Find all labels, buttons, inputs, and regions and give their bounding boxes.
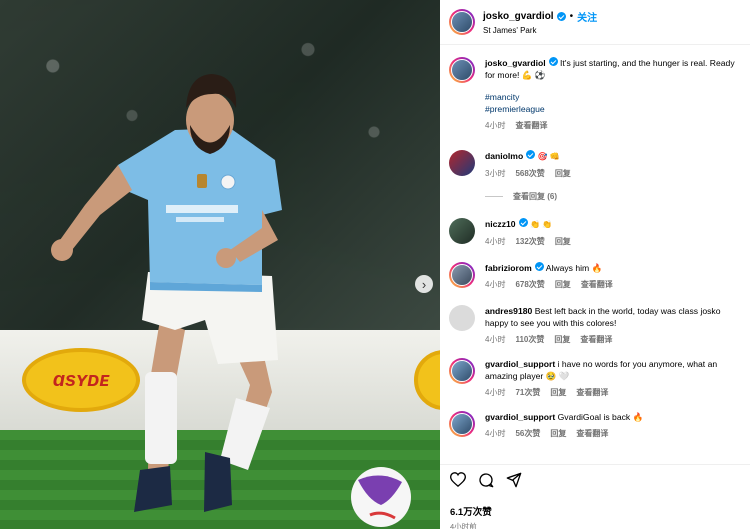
translate-link[interactable]: 查看翻译 [581,279,613,291]
hashtag-link[interactable]: #premierleague [485,103,741,115]
verified-badge-icon [556,12,566,21]
reply-button[interactable]: 回复 [555,279,571,291]
comment-likes[interactable]: 132次赞 [515,236,544,248]
caption-username[interactable]: josko_gvardiol [485,58,546,68]
post-viewer: ɑsʏᴅᴇ › josko_gvardiol • 关注 St James' Pa… [0,0,750,529]
post-header: josko_gvardiol • 关注 St James' Park [440,0,750,45]
comment-avatar[interactable] [449,150,475,176]
comment-item: fabriziorom Always him 🔥 4小时 678次赞 回复 查看… [440,256,750,291]
comment-username[interactable]: gvardiol_support [485,359,555,369]
comment-avatar[interactable] [449,218,475,244]
player-figure [51,74,411,527]
comment-time: 4小时 [485,429,506,438]
translate-link[interactable]: 查看翻译 [576,387,608,399]
post-location[interactable]: St James' Park [483,26,597,35]
post-time: 4小时前 [450,522,477,529]
reply-button[interactable]: 回复 [555,168,571,180]
caption-avatar[interactable] [449,57,475,83]
comment-item: gvardiol_support i have no words for you… [440,352,750,399]
hashtag-link[interactable]: #mancity [485,91,741,103]
reply-button[interactable]: 回复 [550,387,566,399]
comment-likes[interactable]: 71次赞 [515,387,540,399]
comment-likes[interactable]: 110次赞 [515,334,544,346]
heart-icon[interactable] [449,472,467,492]
comment-time: 3小时 [485,169,506,178]
comment-username[interactable]: gvardiol_support [485,412,555,422]
reply-button[interactable]: 回复 [555,236,571,248]
author-avatar[interactable] [449,9,475,35]
translate-link[interactable]: 查看翻译 [515,120,547,132]
comment-username[interactable]: fabriziorom [485,263,532,273]
comment-item: daniolmo 🎯 👊 3小时 568次赞 回复 [440,144,750,180]
comment-username[interactable]: niczz10 [485,219,516,229]
comment-text: 👏 👏 [529,220,553,229]
comment-time: 4小时 [485,280,506,289]
comment-time: 4小时 [485,237,506,246]
comments-list[interactable]: josko_gvardiol It's just starting, and t… [440,46,750,464]
verified-badge-icon [526,150,536,159]
translate-link[interactable]: 查看翻译 [580,334,612,346]
comment-avatar[interactable] [449,411,475,437]
follow-button[interactable]: 关注 [577,9,597,24]
share-icon[interactable] [506,472,522,493]
comment-item: andres9180 Best left back in the world, … [440,299,750,346]
comment-time: 4小时 [485,335,506,344]
view-replies-button[interactable]: 查看回复 (6) [485,190,750,202]
chevron-right-icon: › [421,276,427,292]
post-actions: 6.1万次赞 4小时前 [440,464,750,529]
comment-avatar[interactable] [449,262,475,288]
comment-likes[interactable]: 56次赞 [515,428,540,440]
comment-item: niczz10 👏 👏 4小时 132次赞 回复 [440,212,750,248]
comment-time: 4小时 [485,388,506,397]
verified-badge-icon [534,262,544,271]
comment-text: 🎯 👊 [537,152,560,161]
caption: josko_gvardiol It's just starting, and t… [440,51,750,132]
comment-avatar[interactable] [449,358,475,384]
like-count[interactable]: 6.1万次赞 [450,504,740,518]
separator-dot: • [569,11,574,22]
comment-text: GvardiGoal is back 🔥 [557,412,644,422]
comment-avatar[interactable] [449,305,475,331]
reply-button[interactable]: 回复 [550,428,566,440]
caption-time: 4小时 [485,121,506,130]
author-username[interactable]: josko_gvardiol [483,11,554,22]
comment-username[interactable]: andres9180 [485,306,532,316]
comment-icon[interactable] [478,472,494,493]
comment-likes[interactable]: 678次赞 [515,279,544,291]
verified-badge-icon [518,218,528,227]
comment-username[interactable]: daniolmo [485,151,523,161]
verified-badge-icon [548,57,558,66]
view-replies-label: 查看回复 (6) [513,191,557,201]
comment-likes[interactable]: 568次赞 [515,168,544,180]
post-details-panel: josko_gvardiol • 关注 St James' Park josko… [440,0,750,529]
translate-link[interactable]: 查看翻译 [576,428,608,440]
comment-text: Always him 🔥 [545,263,603,273]
comment-item: gvardiol_support GvardiGoal is back 🔥 4小… [440,405,750,440]
reply-button[interactable]: 回复 [554,334,570,346]
next-photo-button[interactable]: › [415,275,433,293]
post-photo[interactable]: ɑsʏᴅᴇ › [0,0,440,529]
replies-divider [485,195,503,197]
